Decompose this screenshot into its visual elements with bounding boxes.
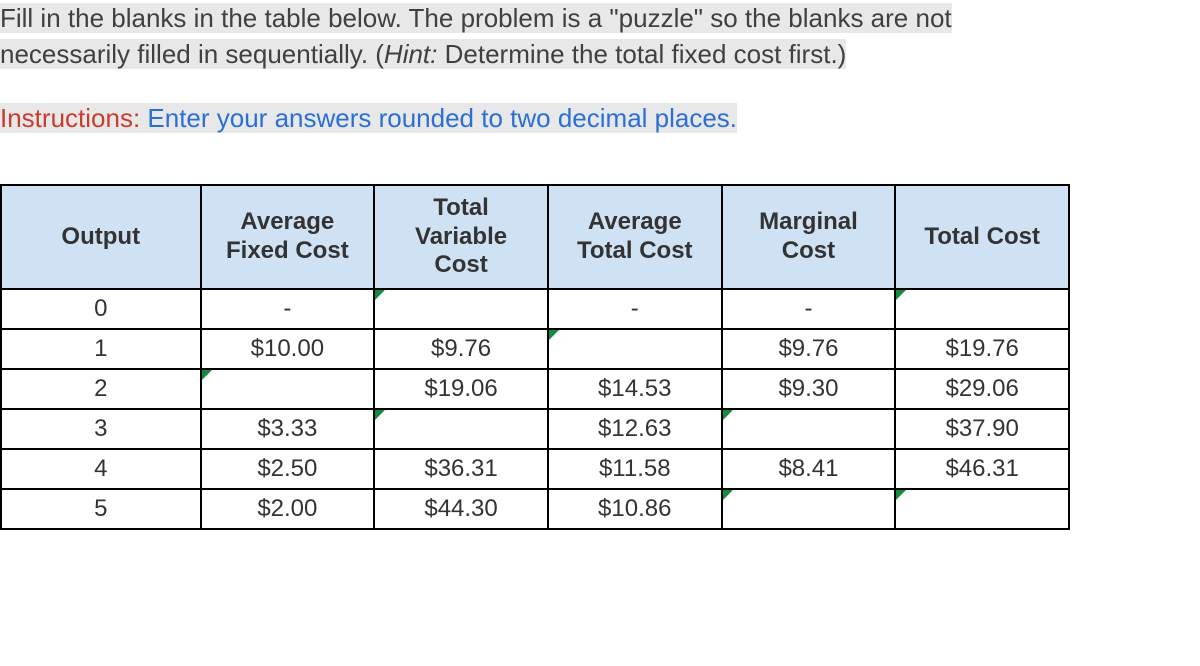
table-row: 5$2.00$44.30$10.86 — [1, 489, 1069, 529]
cell-tvc-input[interactable] — [374, 409, 548, 449]
problem-line-2-prefix: necessarily filled in sequentially. ( — [0, 39, 384, 69]
table-body: 0---1$10.00$9.76$9.76$19.762$19.06$14.53… — [1, 289, 1069, 529]
cell-mc: - — [722, 289, 896, 329]
cell-output: 4 — [1, 449, 201, 489]
cell-tc: $19.76 — [895, 329, 1069, 369]
table-row: 3$3.33 $12.63 $37.90 — [1, 409, 1069, 449]
cell-tc: $46.31 — [895, 449, 1069, 489]
cell-output: 3 — [1, 409, 201, 449]
cell-output: 2 — [1, 369, 201, 409]
table-row: 4$2.50$36.31$11.58$8.41$46.31 — [1, 449, 1069, 489]
header-output: Output — [1, 185, 201, 289]
cost-table: Output Average Fixed Cost Total Variable… — [0, 184, 1070, 530]
cell-atc: - — [548, 289, 722, 329]
cell-afc-input[interactable] — [201, 369, 375, 409]
cell-afc: - — [201, 289, 375, 329]
cell-atc: $10.86 — [548, 489, 722, 529]
problem-statement: Fill in the blanks in the table below. T… — [0, 0, 1200, 73]
header-afc: Average Fixed Cost — [201, 185, 375, 289]
instructions-label: Instructions: — [0, 103, 140, 133]
cell-mc-input[interactable] — [722, 489, 896, 529]
table-header-row: Output Average Fixed Cost Total Variable… — [1, 185, 1069, 289]
cell-afc: $10.00 — [201, 329, 375, 369]
hint-text: Determine the total fixed cost first.) — [437, 39, 846, 69]
cell-mc: $9.76 — [722, 329, 896, 369]
cell-afc: $3.33 — [201, 409, 375, 449]
header-atc: Average Total Cost — [548, 185, 722, 289]
cell-atc-input[interactable] — [548, 329, 722, 369]
cell-tc: $37.90 — [895, 409, 1069, 449]
cell-mc-input[interactable] — [722, 409, 896, 449]
header-mc: Marginal Cost — [722, 185, 896, 289]
cell-atc: $12.63 — [548, 409, 722, 449]
cell-tvc: $19.06 — [374, 369, 548, 409]
cell-atc: $11.58 — [548, 449, 722, 489]
cell-afc: $2.50 — [201, 449, 375, 489]
cell-mc: $8.41 — [722, 449, 896, 489]
cell-tc-input[interactable] — [895, 489, 1069, 529]
cell-tvc: $36.31 — [374, 449, 548, 489]
table-row: 1$10.00$9.76$9.76$19.76 — [1, 329, 1069, 369]
cell-tvc: $44.30 — [374, 489, 548, 529]
cell-atc: $14.53 — [548, 369, 722, 409]
hint-label: Hint: — [384, 39, 437, 69]
header-tc: Total Cost — [895, 185, 1069, 289]
instructions-text: Enter your answers rounded to two decima… — [140, 103, 737, 133]
cell-tc: $29.06 — [895, 369, 1069, 409]
cell-output: 5 — [1, 489, 201, 529]
cell-tvc: $9.76 — [374, 329, 548, 369]
cell-output: 1 — [1, 329, 201, 369]
cell-output: 0 — [1, 289, 201, 329]
table-row: 2 $19.06$14.53$9.30$29.06 — [1, 369, 1069, 409]
cell-tvc-input[interactable] — [374, 289, 548, 329]
table-row: 0--- — [1, 289, 1069, 329]
instructions-row: Instructions: Enter your answers rounded… — [0, 103, 1200, 134]
header-tvc: Total Variable Cost — [374, 185, 548, 289]
cell-mc: $9.30 — [722, 369, 896, 409]
problem-line-1: Fill in the blanks in the table below. T… — [0, 3, 952, 33]
cell-tc-input[interactable] — [895, 289, 1069, 329]
cell-afc: $2.00 — [201, 489, 375, 529]
